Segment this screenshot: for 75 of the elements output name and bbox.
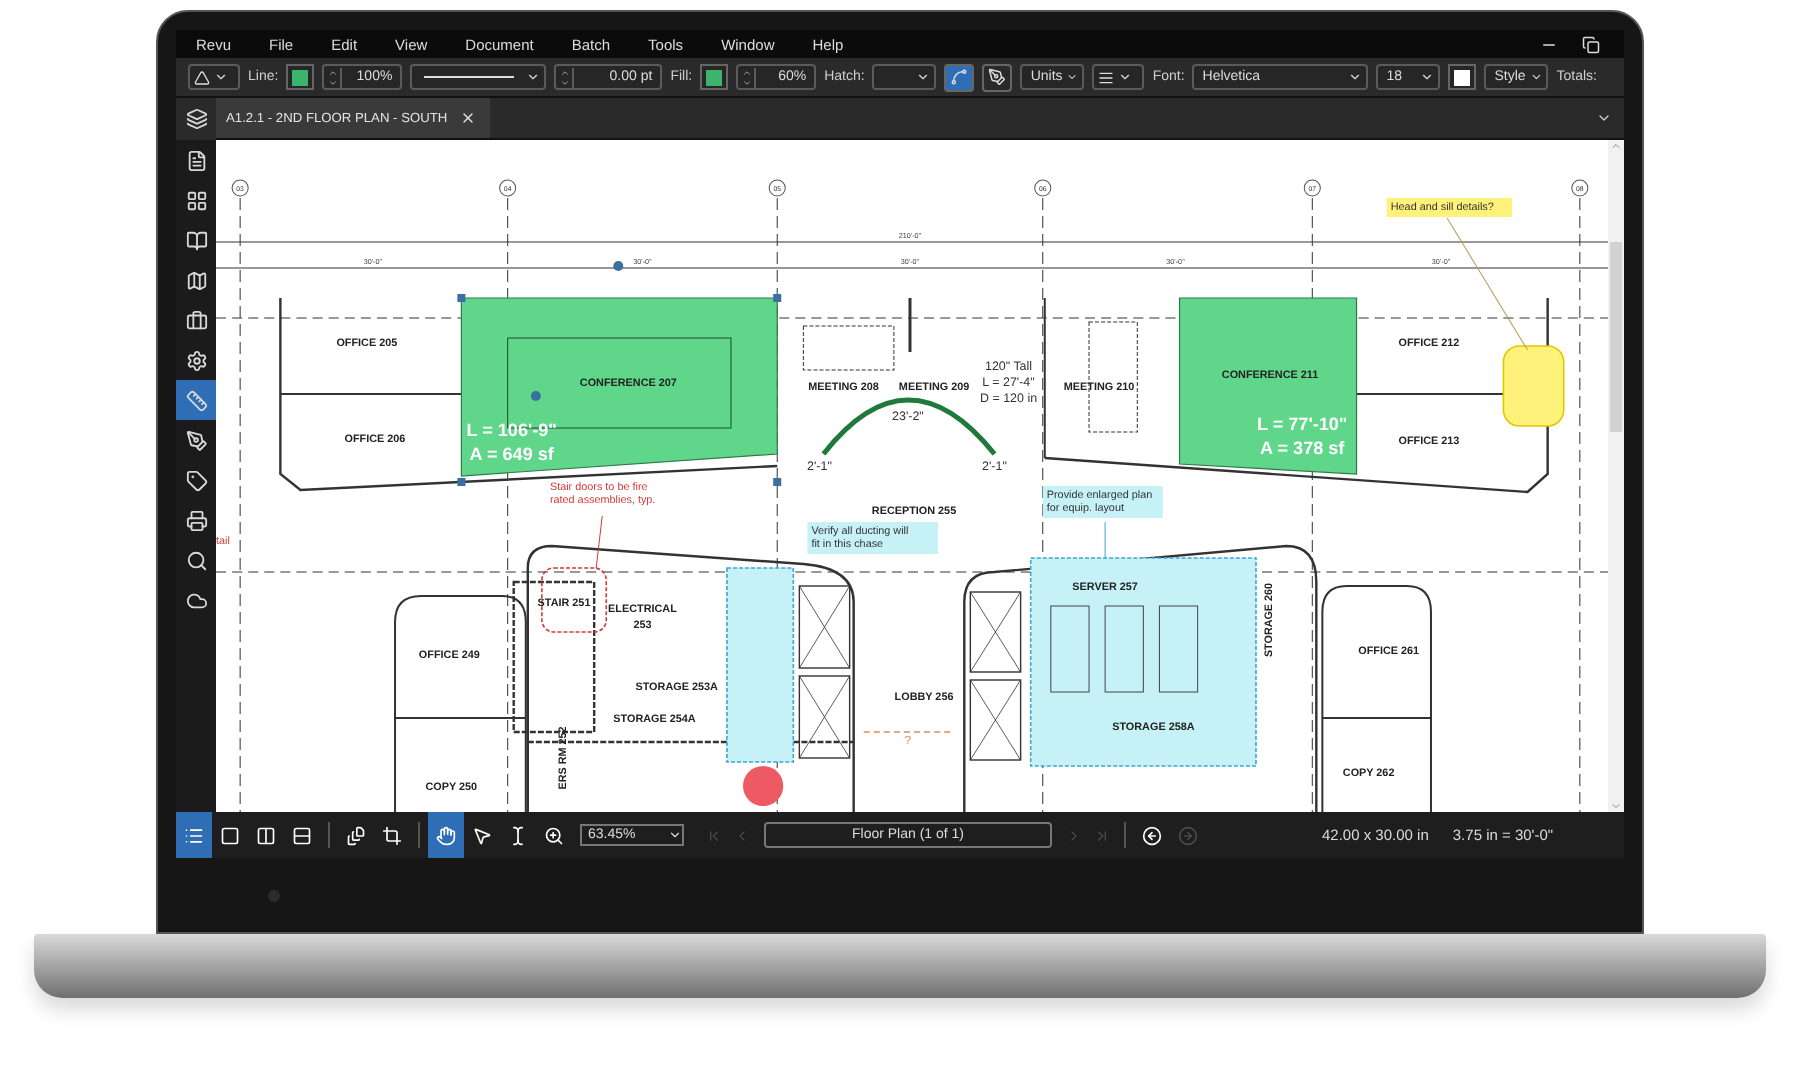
area-measurement[interactable] [460,297,778,477]
layers-icon [185,108,207,130]
revision-cloud[interactable] [541,567,608,633]
pen-icon [185,429,207,451]
curve-icon [950,68,969,86]
caret-icon [1118,70,1133,84]
caret-icon [526,70,541,84]
caret-icon [1596,110,1612,126]
vertex-handle[interactable] [773,478,782,486]
alignment-dropdown[interactable] [1092,64,1145,90]
square-icon [220,825,240,845]
line-style-dropdown[interactable] [410,64,547,90]
up-icon[interactable] [560,67,571,77]
area-measurement[interactable] [1178,297,1358,475]
color-swatch[interactable] [286,64,315,90]
vertex-handle[interactable] [457,294,466,302]
columns-icon [256,825,276,845]
pointer-icon [472,825,492,845]
caret-icon [668,828,682,842]
caret-icon [1066,70,1079,84]
vertex-handle[interactable] [773,294,782,302]
file-stack-icon [346,825,366,845]
align-icon [1098,69,1115,85]
crop-icon [382,825,402,845]
caret-icon [1529,70,1543,84]
caret-icon [214,70,228,84]
server-cloud[interactable] [1029,557,1257,767]
search-icon [185,549,207,571]
close-icon[interactable] [459,110,476,126]
center-handle[interactable] [530,391,541,401]
layers-button[interactable] [176,98,216,140]
measurement-label: A = 649 sf [469,444,554,464]
measurement-label: L = 106'-9" [466,420,557,440]
tool-button[interactable] [982,63,1013,91]
thumbnails-icon [185,189,207,211]
hand-icon [436,825,456,845]
caret-icon [1420,70,1435,84]
zoom-icon [544,825,564,845]
markup-circle[interactable] [743,766,784,806]
text-cursor-icon [508,825,528,845]
printer-icon [185,509,207,531]
briefcase-icon [185,309,207,331]
color-swatch[interactable] [700,64,729,90]
caret-icon [916,70,931,84]
document-icon [185,149,207,171]
arc-measurement[interactable] [821,397,997,456]
down-icon[interactable] [560,77,571,87]
measurement-label: L = 77'-10" [1257,414,1348,434]
scrollbar[interactable] [1608,140,1624,812]
list-icon [184,825,204,845]
leader-line [1104,521,1106,559]
scroll-thumb[interactable] [1610,241,1622,431]
color-swatch[interactable] [1448,64,1477,90]
down-icon[interactable] [742,77,753,87]
settings-icon [185,349,207,371]
shape-icon [194,69,210,85]
rows-icon [292,825,312,845]
shape-dropdown[interactable] [188,64,240,90]
floor-plan-icon [185,269,207,291]
leader-line [595,515,603,569]
tool-button[interactable] [944,63,975,91]
measurement-label: A = 378 sf [1260,438,1345,458]
vertex-handle[interactable] [457,478,466,486]
down-icon[interactable] [328,77,339,87]
caret-icon [1348,70,1363,84]
ruler-icon [185,389,207,411]
tag-icon [185,469,207,491]
cloud-icon [185,589,207,611]
pen-icon [988,68,1007,86]
center-handle[interactable] [613,261,624,271]
up-icon[interactable] [328,67,339,77]
restore-icon[interactable] [1582,35,1600,53]
book-icon [185,229,207,251]
up-icon[interactable] [742,67,753,77]
line-style-sample [424,76,515,78]
